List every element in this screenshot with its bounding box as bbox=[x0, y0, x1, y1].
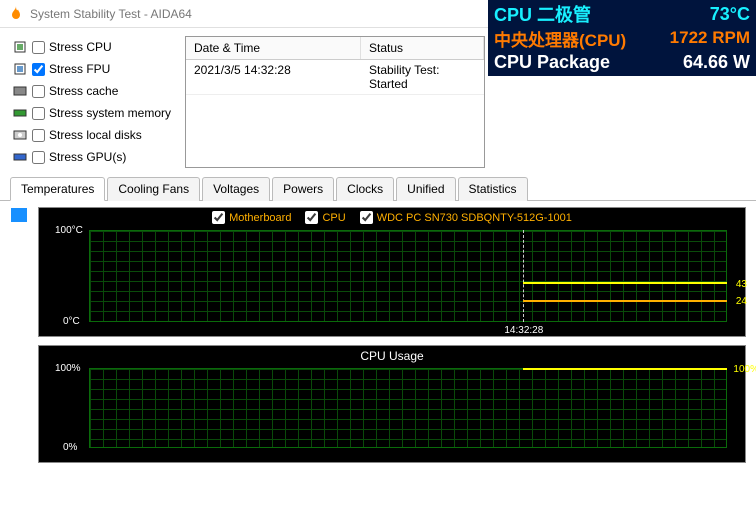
stress-disk-label: Stress local disks bbox=[49, 128, 142, 142]
overlay-cpu-fan-label: 中央处理器(CPU) bbox=[494, 26, 626, 51]
mb-temp-value: 24 bbox=[736, 296, 747, 307]
usage-line bbox=[523, 368, 727, 370]
time-marker: 14:32:28 bbox=[523, 230, 524, 322]
legend-mb-label: Motherboard bbox=[229, 212, 291, 224]
stress-gpu-checkbox[interactable] bbox=[32, 151, 45, 164]
stress-memory-label: Stress system memory bbox=[49, 106, 171, 120]
stress-cache-checkbox[interactable] bbox=[32, 85, 45, 98]
cpu-temp-value: 43 bbox=[736, 279, 747, 290]
temp-grid bbox=[89, 230, 727, 322]
legend-mb-checkbox[interactable] bbox=[212, 211, 225, 224]
log-header: Date & Time Status bbox=[186, 37, 484, 60]
legend-cpu-checkbox[interactable] bbox=[305, 211, 318, 224]
log-cell-status: Stability Test: Started bbox=[361, 60, 484, 94]
stress-options: Stress CPU Stress FPU Stress cache Stres… bbox=[12, 36, 177, 168]
tab-powers[interactable]: Powers bbox=[272, 177, 334, 201]
usage-ytop: 100% bbox=[55, 363, 81, 374]
stress-memory-checkbox[interactable] bbox=[32, 107, 45, 120]
memory-icon bbox=[12, 106, 28, 120]
stress-cache-label: Stress cache bbox=[49, 84, 118, 98]
tab-cooling-fans[interactable]: Cooling Fans bbox=[107, 177, 200, 201]
time-marker-label: 14:32:28 bbox=[504, 325, 543, 336]
tab-temperatures[interactable]: Temperatures bbox=[10, 177, 105, 201]
window-title: System Stability Test - AIDA64 bbox=[30, 7, 192, 21]
stress-disk-checkbox[interactable] bbox=[32, 129, 45, 142]
log-table[interactable]: Date & Time Status 2021/3/5 14:32:28 Sta… bbox=[185, 36, 485, 168]
overlay-cpu-diode-value: 73°C bbox=[710, 4, 750, 25]
temperature-chart: Motherboard CPU WDC PC SN730 SDBQNTY-512… bbox=[38, 207, 746, 337]
tab-voltages[interactable]: Voltages bbox=[202, 177, 270, 201]
overlay-cpu-fan-value: 1722 RPM bbox=[670, 28, 750, 48]
log-col-date: Date & Time bbox=[186, 37, 361, 59]
legend-cpu-label: CPU bbox=[322, 212, 345, 224]
overlay-cpu-diode-label: CPU 二极管 bbox=[494, 1, 591, 27]
tab-statistics[interactable]: Statistics bbox=[458, 177, 528, 201]
log-col-status: Status bbox=[361, 37, 484, 59]
cpu-temp-line bbox=[523, 282, 727, 284]
log-cell-date: 2021/3/5 14:32:28 bbox=[186, 60, 361, 94]
usage-ybot: 0% bbox=[63, 442, 77, 453]
chart-selector-icon[interactable] bbox=[11, 208, 27, 222]
legend-ssd-checkbox[interactable] bbox=[360, 211, 373, 224]
cpu-usage-chart: CPU Usage 100% 0% 100% bbox=[38, 345, 746, 463]
mb-temp-line bbox=[523, 300, 727, 302]
temp-legend: Motherboard CPU WDC PC SN730 SDBQNTY-512… bbox=[39, 208, 745, 227]
stress-fpu-checkbox[interactable] bbox=[32, 63, 45, 76]
legend-ssd-label: WDC PC SN730 SDBQNTY-512G-1001 bbox=[377, 212, 572, 224]
stress-cpu-checkbox[interactable] bbox=[32, 41, 45, 54]
overlay-cpu-package-value: 64.66 W bbox=[683, 52, 750, 73]
tab-clocks[interactable]: Clocks bbox=[336, 177, 394, 201]
flame-icon bbox=[8, 6, 24, 22]
usage-title: CPU Usage bbox=[39, 346, 745, 366]
sensor-overlay: CPU 二极管 73°C 中央处理器(CPU) 1722 RPM CPU Packa… bbox=[488, 0, 756, 76]
temp-ybot: 0°C bbox=[63, 316, 80, 327]
temp-ytop: 100°C bbox=[55, 225, 83, 236]
gpu-icon bbox=[12, 150, 28, 164]
disk-icon bbox=[12, 128, 28, 142]
usage-grid bbox=[89, 368, 727, 448]
tab-bar: Temperatures Cooling Fans Voltages Power… bbox=[0, 176, 756, 201]
log-row[interactable]: 2021/3/5 14:32:28 Stability Test: Starte… bbox=[186, 60, 484, 95]
stress-fpu-label: Stress FPU bbox=[49, 62, 110, 76]
fpu-icon bbox=[12, 62, 28, 76]
usage-value: 100% bbox=[733, 364, 756, 375]
overlay-cpu-package-label: CPU Package bbox=[494, 52, 610, 73]
stress-gpu-label: Stress GPU(s) bbox=[49, 150, 126, 164]
cpu-icon bbox=[12, 40, 28, 54]
tab-unified[interactable]: Unified bbox=[396, 177, 455, 201]
cache-icon bbox=[12, 84, 28, 98]
stress-cpu-label: Stress CPU bbox=[49, 40, 112, 54]
